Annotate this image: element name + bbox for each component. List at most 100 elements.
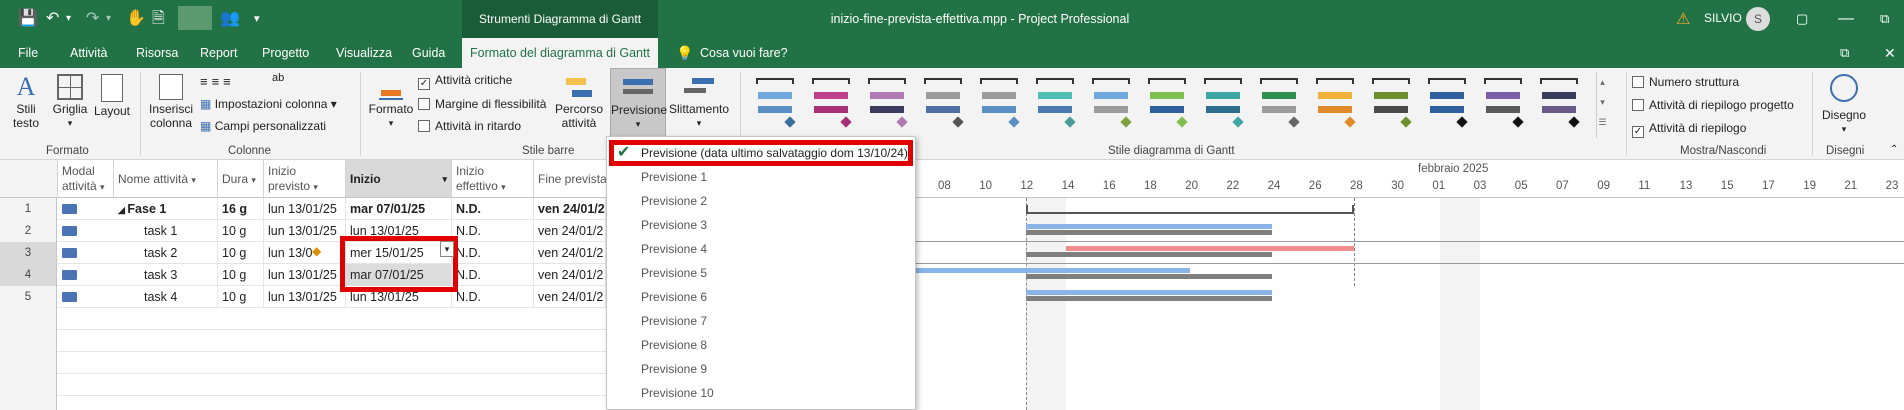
header-actual-start[interactable]: Inizio effettivo ▾ — [452, 160, 534, 198]
cell-baseline-finish[interactable]: ven 24/01/2 — [534, 242, 606, 264]
cell-baseline-start[interactable]: lun 13/0 — [264, 242, 346, 264]
cell-baseline-finish[interactable]: ven 24/01/2 — [534, 264, 606, 286]
cell-duration[interactable]: 10 g — [218, 264, 264, 286]
cell-start[interactable]: mar 07/01/25 — [346, 198, 452, 220]
restore-icon[interactable]: ⧉ — [1880, 9, 1889, 29]
gantt-style-14[interactable] — [1482, 76, 1524, 128]
user-name[interactable]: SILVIO — [1704, 11, 1742, 25]
gantt-style-7[interactable] — [1090, 76, 1132, 128]
cell-actual-start[interactable]: N.D. — [452, 286, 534, 308]
row-number[interactable]: 5 — [0, 286, 57, 308]
cell-task-name[interactable]: task 2 — [114, 242, 218, 264]
gantt-style-12[interactable] — [1370, 76, 1412, 128]
ribbon-options-icon[interactable]: ▢ — [1796, 9, 1808, 29]
cell-duration[interactable]: 10 g — [218, 242, 264, 264]
cell-baseline-finish[interactable]: ven 24/01/2 — [534, 198, 606, 220]
wrap-text-icon[interactable]: ab — [272, 70, 284, 86]
gantt-style-2[interactable] — [810, 76, 852, 128]
row-number[interactable] — [0, 396, 57, 410]
task-bar[interactable] — [1066, 246, 1354, 251]
cell-baseline-finish[interactable]: ven 24/01/2 — [534, 220, 606, 242]
gallery-scroll[interactable]: ▴ ▾ ☰ — [1596, 72, 1608, 138]
cell-duration[interactable]: 16 g — [218, 198, 264, 220]
cell-task-name[interactable]: task 4 — [114, 286, 218, 308]
cell-actual-start[interactable]: N.D. — [452, 198, 534, 220]
checkbox-outline[interactable] — [1632, 76, 1644, 88]
outline-number-checkbox[interactable]: Numero struttura — [1632, 74, 1739, 90]
select-all-corner[interactable] — [0, 160, 58, 198]
minimize-icon[interactable]: — — [1838, 9, 1854, 29]
row-number[interactable]: 4 — [0, 264, 57, 286]
restore-window-icon[interactable]: ⧉ — [1840, 38, 1849, 68]
gantt-style-5[interactable] — [978, 76, 1020, 128]
gantt-view-icon[interactable] — [178, 6, 212, 30]
baseline-menu-item[interactable]: Previsione 1 — [641, 170, 707, 184]
gantt-style-6[interactable] — [1034, 76, 1076, 128]
critical-tasks-checkbox[interactable]: ✓ Attività critiche — [418, 72, 512, 90]
cell-duration[interactable]: 10 g — [218, 286, 264, 308]
baseline-menu-item[interactable]: Previsione 10 — [641, 386, 714, 400]
checkbox-critical[interactable]: ✓ — [418, 78, 430, 90]
row-number[interactable]: 3 — [0, 242, 57, 264]
baseline-menu-item-selected[interactable]: Previsione (data ultimo salvataggio dom … — [641, 146, 908, 160]
undo-icon[interactable]: ↶ — [46, 9, 59, 29]
tell-me-search[interactable]: Cosa vuoi fare? — [700, 38, 788, 68]
gantt-style-10[interactable] — [1258, 76, 1300, 128]
cell-actual-start[interactable]: N.D. — [452, 264, 534, 286]
baseline-menu-item[interactable]: Previsione 3 — [641, 218, 707, 232]
slippage-button[interactable]: Slittamento ▾ — [668, 72, 730, 130]
cell-task-name[interactable]: task 3 — [114, 264, 218, 286]
date-picker-dropdown[interactable]: ▾ — [440, 241, 454, 257]
baseline-menu-item[interactable]: Previsione 9 — [641, 362, 707, 376]
header-task-name[interactable]: Nome attività ▾ — [114, 160, 218, 198]
row-number[interactable] — [0, 374, 57, 396]
cell-baseline-start[interactable]: lun 13/01/25 — [264, 264, 346, 286]
cell-task-name[interactable]: ◢ Fase 1 — [114, 198, 218, 220]
header-start[interactable]: Inizio ▾ — [346, 160, 452, 198]
team-planner-icon[interactable]: 👥 — [220, 9, 240, 29]
checkbox-project-summary[interactable] — [1632, 99, 1644, 111]
row-number[interactable] — [0, 330, 57, 352]
gantt-style-15[interactable] — [1538, 76, 1580, 128]
project-summary-checkbox[interactable]: Attività di riepilogo progetto — [1632, 97, 1794, 113]
slack-checkbox[interactable]: Margine di flessibilità — [418, 96, 546, 112]
tab-report[interactable]: Report — [200, 38, 238, 68]
redo-dropdown-icon[interactable]: ▾ — [106, 9, 111, 29]
cell-task-name[interactable]: task 1 — [114, 220, 218, 242]
header-baseline-start[interactable]: Inizio previsto ▾ — [264, 160, 346, 198]
gantt-style-9[interactable] — [1202, 76, 1244, 128]
align-buttons[interactable]: ≡≡≡ — [200, 74, 235, 90]
tab-progetto[interactable]: Progetto — [262, 38, 309, 68]
gantt-style-13[interactable] — [1426, 76, 1468, 128]
cell-baseline-finish[interactable]: ven 24/01/2 — [534, 286, 606, 308]
gantt-style-4[interactable] — [922, 76, 964, 128]
row-number[interactable] — [0, 352, 57, 374]
task-bar[interactable] — [1026, 290, 1272, 295]
baseline-menu-item[interactable]: Previsione 5 — [641, 266, 707, 280]
late-tasks-checkbox[interactable]: Attività in ritardo — [418, 118, 521, 134]
tab-guida[interactable]: Guida — [412, 38, 445, 68]
customize-qat-icon[interactable]: ▾ — [254, 9, 260, 29]
summary-tasks-checkbox[interactable]: ✓ Attività di riepilogo — [1632, 120, 1746, 138]
row-number[interactable]: 1 — [0, 198, 57, 220]
tab-file[interactable]: File — [18, 38, 38, 68]
drawing-button[interactable]: Disegno ▾ — [1814, 72, 1874, 136]
cell-baseline-start[interactable]: lun 13/01/25 — [264, 286, 346, 308]
baseline-menu-item[interactable]: Previsione 6 — [641, 290, 707, 304]
header-task-mode[interactable]: Modal attività ▾ — [58, 160, 114, 198]
cell-baseline-start[interactable]: lun 13/01/25 — [264, 220, 346, 242]
collapse-ribbon-icon[interactable]: ⌃ — [1890, 144, 1898, 155]
gantt-style-8[interactable] — [1146, 76, 1188, 128]
column-settings-button[interactable]: ▦ Impostazioni colonna ▾ — [200, 96, 337, 112]
task-bar[interactable] — [914, 268, 1190, 273]
baseline-menu-item[interactable]: Previsione 2 — [641, 194, 707, 208]
text-styles-button[interactable]: A Stili testo — [8, 72, 44, 130]
custom-fields-button[interactable]: ▦ Campi personalizzati — [200, 118, 326, 134]
baseline-menu-item[interactable]: Previsione 8 — [641, 338, 707, 352]
warning-icon[interactable]: ⚠ — [1676, 9, 1690, 29]
task-path-button[interactable]: Percorso attività — [552, 72, 606, 130]
cell-baseline-start[interactable]: lun 13/01/25 — [264, 198, 346, 220]
task-bar[interactable] — [1026, 224, 1272, 229]
cell-actual-start[interactable]: N.D. — [452, 242, 534, 264]
baseline-menu-item[interactable]: Previsione 7 — [641, 314, 707, 328]
